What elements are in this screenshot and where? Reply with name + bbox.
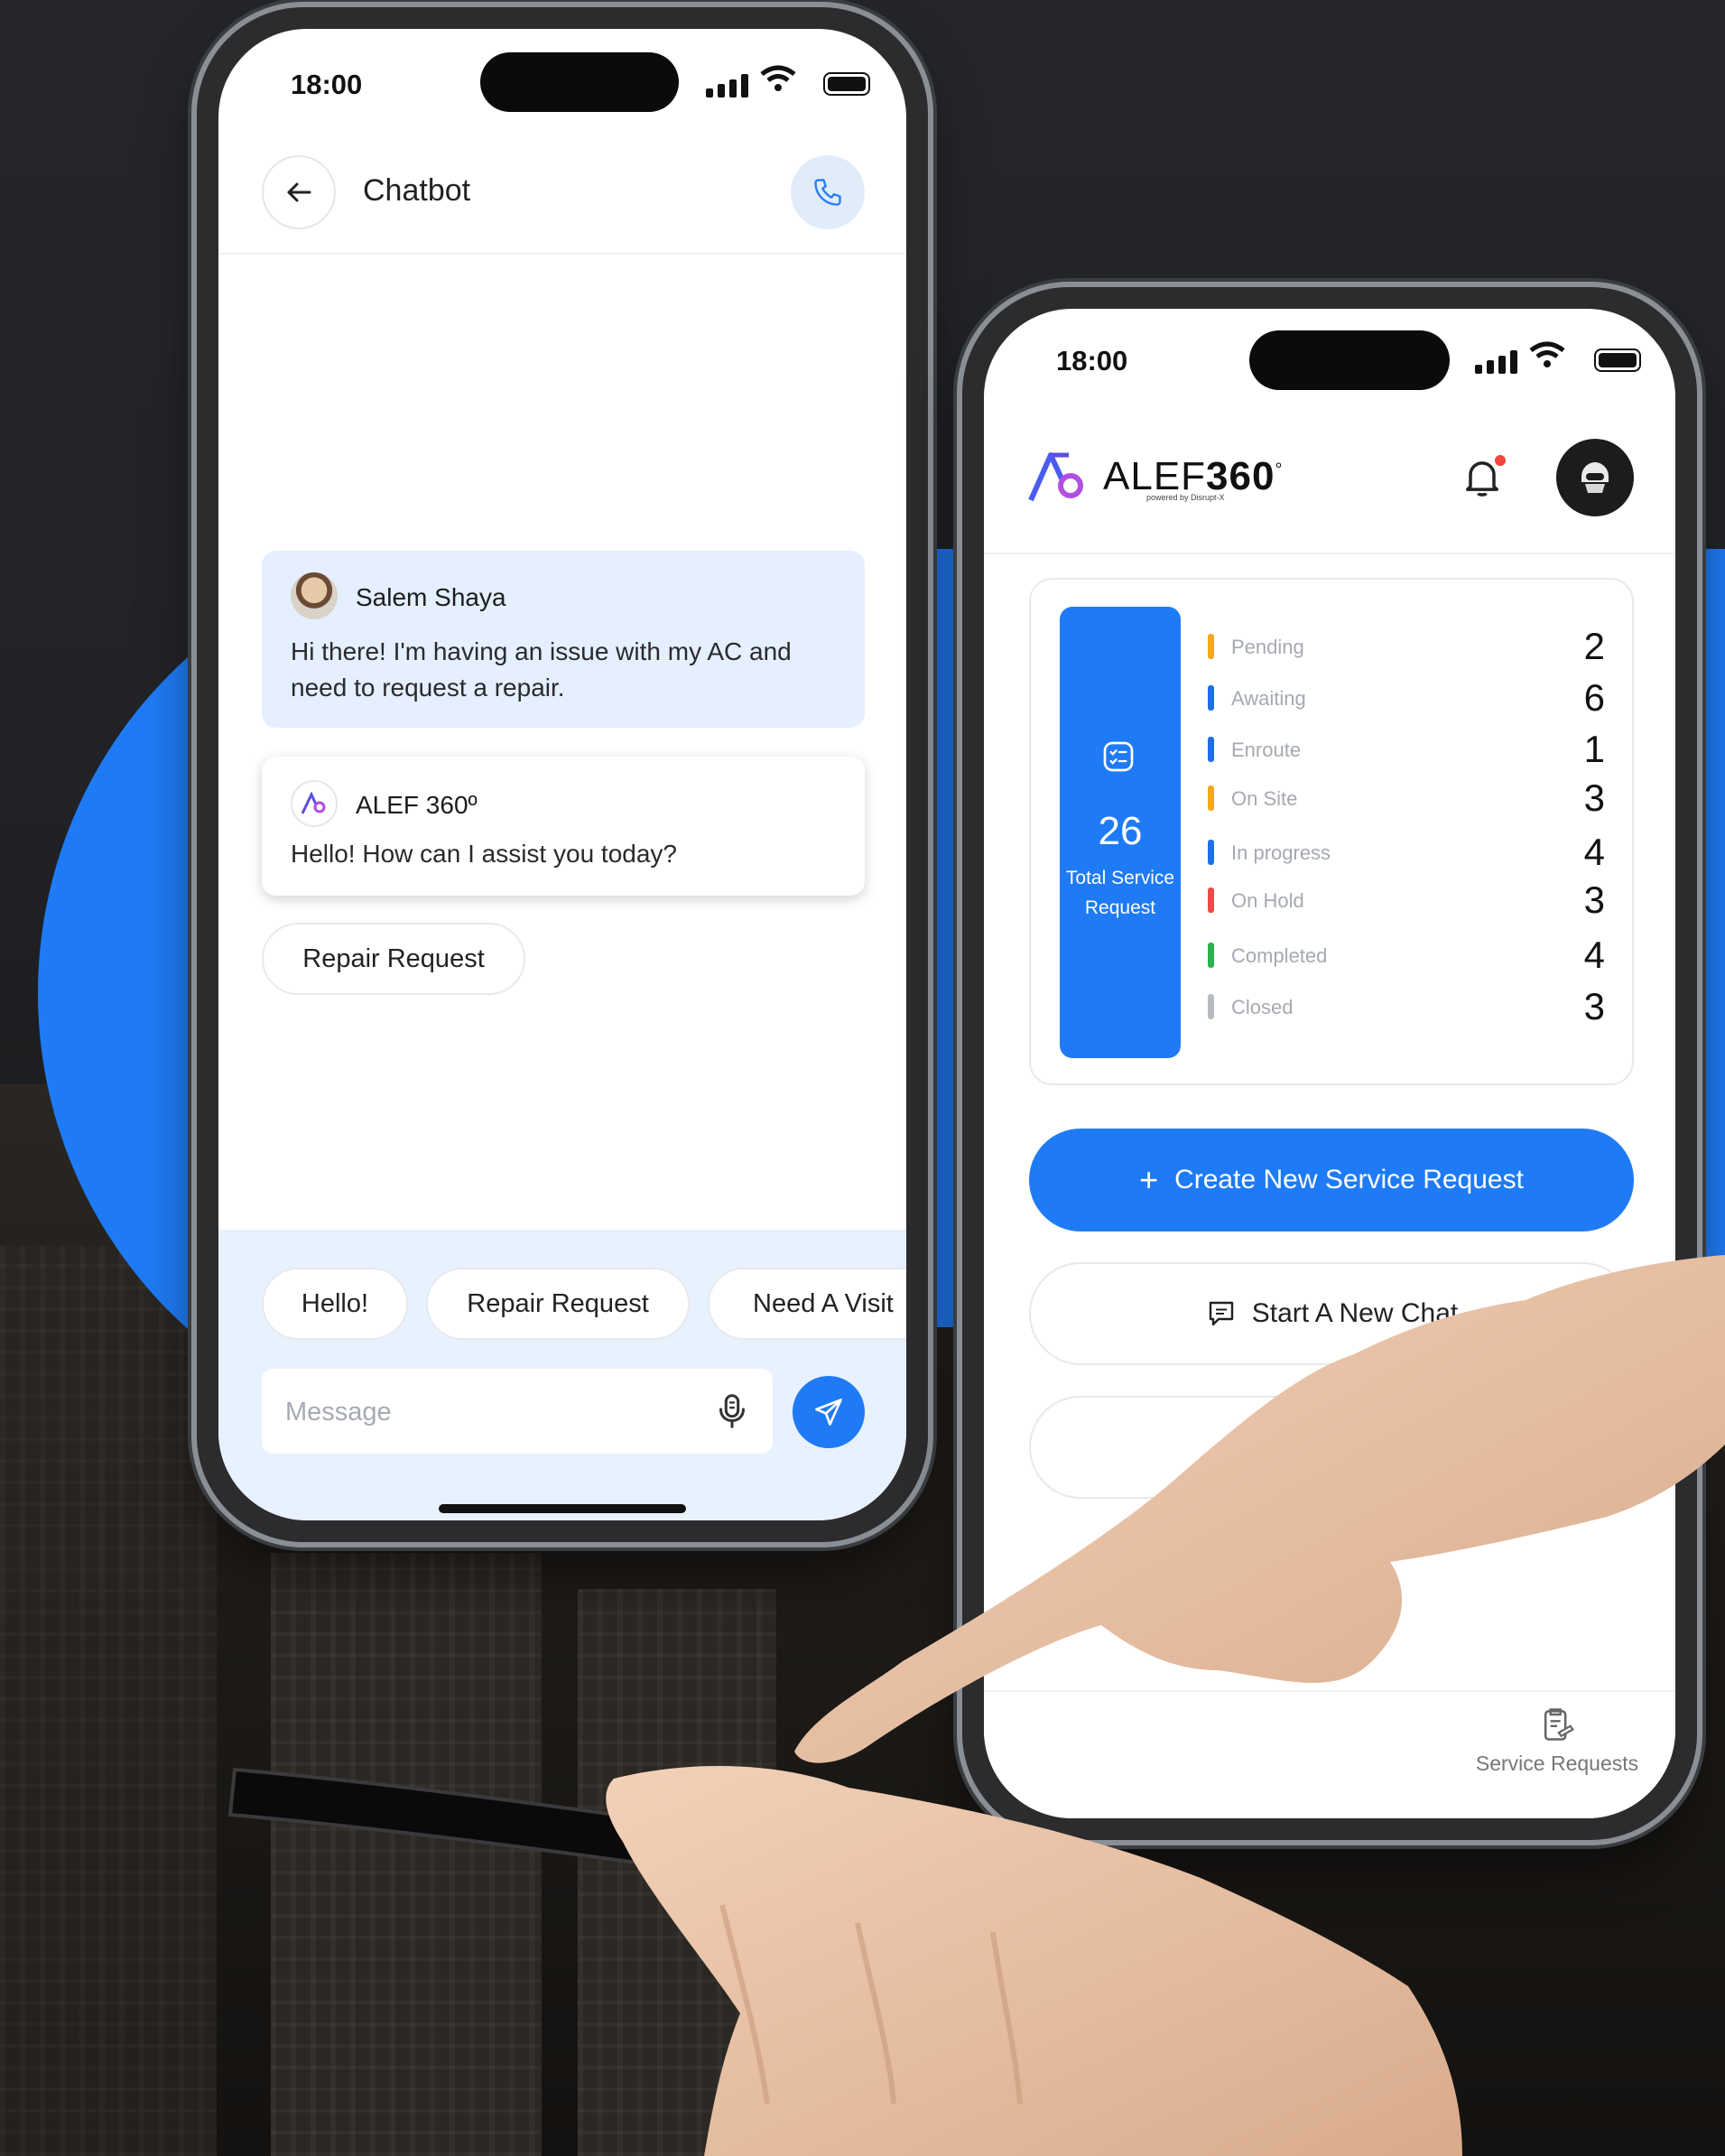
hand-illustration [227,1255,1725,2156]
pointing-hand [794,1255,1725,1763]
